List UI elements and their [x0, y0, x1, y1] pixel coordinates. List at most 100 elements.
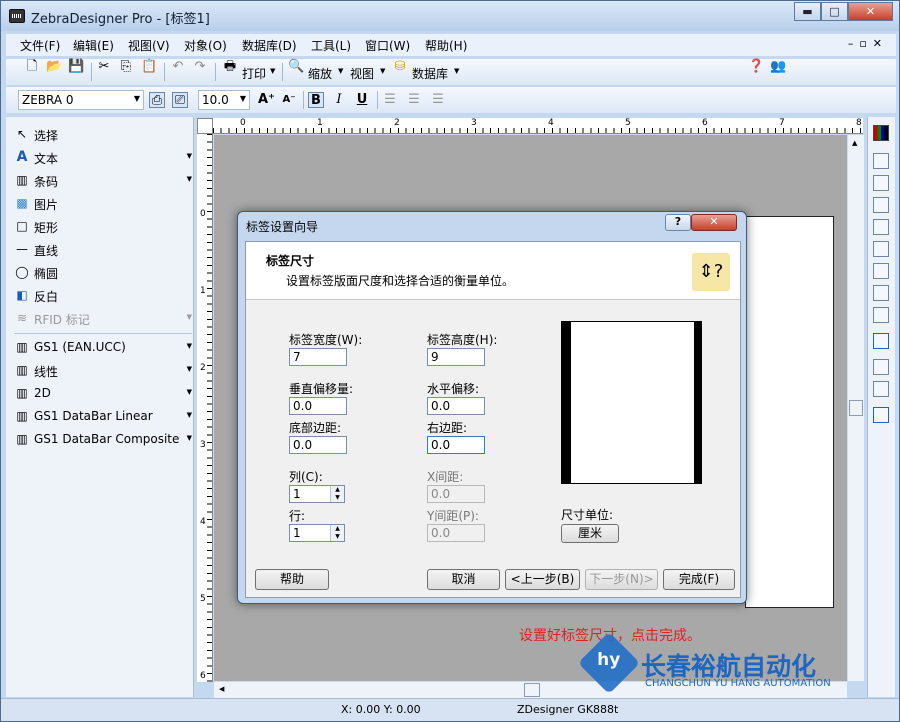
columns-spinner[interactable]: 1 ▲ ▼ — [289, 485, 345, 503]
print-icon[interactable]: 🖶 — [222, 59, 238, 75]
font-windows-icon[interactable]: ⎚ — [172, 92, 188, 108]
vertical-scroll-thumb[interactable] — [849, 400, 863, 416]
unit-button[interactable]: 厘米 — [561, 524, 619, 543]
tool-image[interactable]: ▩ 图片 — [14, 194, 192, 214]
menu-view[interactable]: 视图(V) — [128, 37, 170, 54]
maximize-button[interactable]: □ — [821, 2, 848, 21]
label-paper[interactable] — [745, 216, 834, 608]
back-button[interactable]: <上一步(B) — [505, 569, 580, 590]
help-button[interactable]: 帮助 — [255, 569, 329, 590]
ruler-corner[interactable] — [197, 118, 213, 134]
users-icon[interactable]: 👥 — [770, 59, 786, 75]
align-bottom-icon[interactable] — [873, 263, 889, 279]
shrink-font-icon[interactable]: A⁻ — [281, 92, 297, 108]
space-horizontal-icon[interactable] — [873, 285, 889, 301]
x-gap-input[interactable]: 0.0 — [427, 485, 485, 503]
tool-ellipse[interactable]: ◯ 椭圆 — [14, 263, 192, 283]
open-icon[interactable]: 📂 — [46, 59, 62, 75]
save-icon[interactable]: 💾 — [68, 59, 84, 75]
barcode-gs1-ean[interactable]: ▥ GS1 (EAN.UCC) ▼ — [14, 338, 192, 358]
database-icon[interactable]: ⛁ — [392, 59, 408, 75]
spinner-arrows-icon[interactable]: ▲ ▼ — [330, 525, 344, 541]
tool-select[interactable]: ↖ 选择 — [14, 125, 192, 145]
group-icon[interactable] — [873, 359, 889, 375]
scroll-left-icon[interactable]: ◀ — [219, 685, 224, 693]
redo-icon[interactable]: ↷ — [192, 59, 208, 75]
undo-icon[interactable]: ↶ — [170, 59, 186, 75]
menu-edit[interactable]: 编辑(E) — [73, 37, 114, 54]
rows-spinner[interactable]: 1 ▲ ▼ — [289, 524, 345, 542]
menu-object[interactable]: 对象(O) — [184, 37, 227, 54]
minimize-button[interactable]: ▬ — [794, 2, 821, 21]
tool-barcode[interactable]: ▥ 条码 ▼ — [14, 171, 192, 191]
tab-order-icon[interactable] — [873, 407, 889, 423]
align-top-icon[interactable] — [873, 219, 889, 235]
dialog-help-icon[interactable]: ? — [665, 214, 691, 231]
zoom-dropdown-icon[interactable]: ▼ — [338, 67, 343, 75]
rotate-icon[interactable] — [873, 333, 889, 349]
menu-file[interactable]: 文件(F) — [20, 37, 60, 54]
close-button[interactable]: ✕ — [848, 2, 893, 21]
align-left-icon[interactable] — [873, 153, 889, 169]
grow-font-icon[interactable]: A⁺ — [258, 92, 275, 108]
align-center-icon[interactable]: ☰ — [406, 92, 422, 108]
align-right-icon[interactable]: ☰ — [430, 92, 446, 108]
menu-tools[interactable]: 工具(L) — [311, 37, 351, 54]
align-hcenter-icon[interactable] — [873, 175, 889, 191]
help-icon[interactable]: ❓ — [748, 59, 764, 75]
dialog-close-button[interactable]: ✕ — [691, 214, 737, 231]
right-margin-input[interactable]: 0.0 — [427, 436, 485, 454]
bottom-margin-input[interactable]: 0.0 — [289, 436, 347, 454]
new-icon[interactable]: 🗋 — [24, 59, 40, 75]
font-printer-icon[interactable]: ⎙ — [149, 92, 165, 108]
tool-rectangle[interactable]: □ 矩形 — [14, 217, 192, 237]
height-input[interactable]: 9 — [427, 348, 485, 366]
database-dropdown-icon[interactable]: ▼ — [454, 67, 459, 75]
tool-inverse[interactable]: ◧ 反白 — [14, 286, 192, 306]
view-dropdown-icon[interactable]: ▼ — [380, 67, 385, 75]
width-input[interactable]: 7 — [289, 348, 347, 366]
h-offset-input[interactable]: 0.0 — [427, 397, 485, 415]
align-right-icon[interactable] — [873, 197, 889, 213]
space-vertical-icon[interactable] — [873, 307, 889, 323]
italic-button[interactable]: I — [331, 92, 347, 108]
barcode-databar-composite[interactable]: ▥ GS1 DataBar Composite ▼ — [14, 430, 192, 450]
paste-icon[interactable]: 📋 — [141, 59, 157, 75]
zoom-icon[interactable]: 🔍 — [288, 59, 304, 75]
vertical-scrollbar[interactable]: ▲ — [847, 135, 864, 681]
menu-help[interactable]: 帮助(H) — [425, 37, 467, 54]
database-button[interactable]: 数据库 — [412, 65, 448, 82]
tool-rfid[interactable]: ≋ RFID 标记 ▼ — [14, 309, 192, 329]
copy-icon[interactable]: ⎘ — [118, 59, 134, 75]
print-dropdown-icon[interactable]: ▼ — [270, 67, 275, 75]
next-button[interactable]: 下一步(N)> — [585, 569, 658, 590]
dropdown-icon: ▼ — [186, 434, 192, 442]
spinner-arrows-icon[interactable]: ▲ ▼ — [330, 486, 344, 502]
ungroup-icon[interactable] — [873, 381, 889, 397]
align-vcenter-icon[interactable] — [873, 241, 889, 257]
bold-button[interactable]: B — [308, 92, 324, 108]
cancel-button[interactable]: 取消 — [427, 569, 500, 590]
view-button[interactable]: 视图 — [350, 65, 374, 82]
horizontal-scroll-thumb[interactable] — [524, 683, 540, 697]
menu-database[interactable]: 数据库(D) — [242, 37, 297, 54]
color-icon[interactable] — [873, 125, 889, 141]
underline-button[interactable]: U — [354, 92, 370, 108]
y-gap-input[interactable]: 0.0 — [427, 524, 485, 542]
v-offset-input[interactable]: 0.0 — [289, 397, 347, 415]
zoom-button[interactable]: 缩放 — [308, 65, 332, 82]
scroll-up-icon[interactable]: ▲ — [852, 139, 857, 147]
printer-select[interactable]: ZEBRA 0 ▼ — [18, 90, 144, 110]
finish-button[interactable]: 完成(F) — [663, 569, 735, 590]
barcode-2d[interactable]: ▥ 2D ▼ — [14, 384, 192, 404]
align-left-icon[interactable]: ☰ — [382, 92, 398, 108]
print-button[interactable]: 打印 — [242, 65, 266, 82]
font-size-select[interactable]: 10.0 ▼ — [198, 90, 250, 110]
tool-text[interactable]: A 文本 ▼ — [14, 148, 192, 168]
barcode-linear[interactable]: ▥ 线性 ▼ — [14, 361, 192, 381]
tool-line[interactable]: — 直线 — [14, 240, 192, 260]
barcode-databar-linear[interactable]: ▥ GS1 DataBar Linear ▼ — [14, 407, 192, 427]
cut-icon[interactable]: ✂ — [96, 59, 112, 75]
mdi-controls[interactable]: –▫✕ — [848, 37, 888, 50]
menu-window[interactable]: 窗口(W) — [365, 37, 410, 54]
